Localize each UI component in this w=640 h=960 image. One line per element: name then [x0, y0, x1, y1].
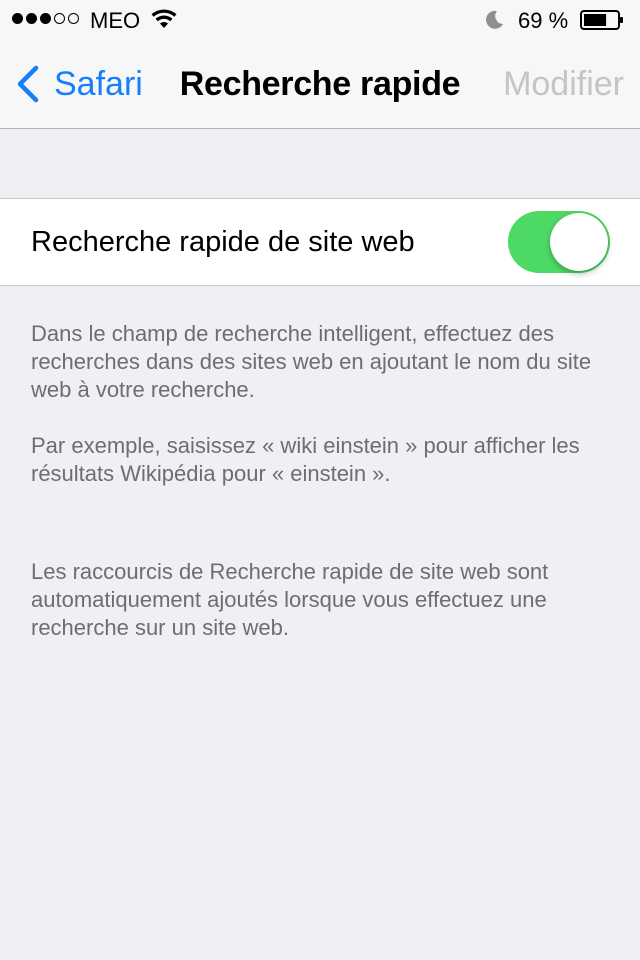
navigation-bar: Safari Recherche rapide Modifier: [0, 40, 640, 129]
moon-icon: [486, 10, 503, 29]
quick-website-search-label: Recherche rapide de site web: [31, 226, 415, 258]
battery-percentage: 69 %: [518, 8, 569, 33]
carrier-name: MEO: [90, 8, 141, 33]
status-bar: MEO 69 %: [0, 0, 640, 40]
signal-dot: [40, 13, 51, 24]
signal-dot: [54, 13, 65, 24]
settings-cell: Recherche rapide de site web: [0, 198, 640, 286]
page-title: Recherche rapide: [179, 65, 461, 103]
battery-icon: [580, 10, 623, 30]
chevron-left-icon: [17, 65, 39, 103]
example-text: Par exemple, saisissez « wiki einstein »…: [31, 433, 580, 486]
signal-dot: [12, 13, 23, 24]
signal-dot: [68, 13, 79, 24]
quick-website-search-toggle[interactable]: [508, 211, 610, 273]
signal-strength-icon: [12, 13, 79, 24]
wifi-icon: [151, 9, 177, 28]
description-text: Dans le champ de recherche intelligent, …: [31, 321, 592, 402]
shortcuts-note-text: Les raccourcis de Recherche rapide de si…: [31, 559, 549, 640]
toggle-knob: [550, 213, 608, 271]
edit-button[interactable]: Modifier: [503, 62, 624, 106]
signal-dot: [26, 13, 37, 24]
